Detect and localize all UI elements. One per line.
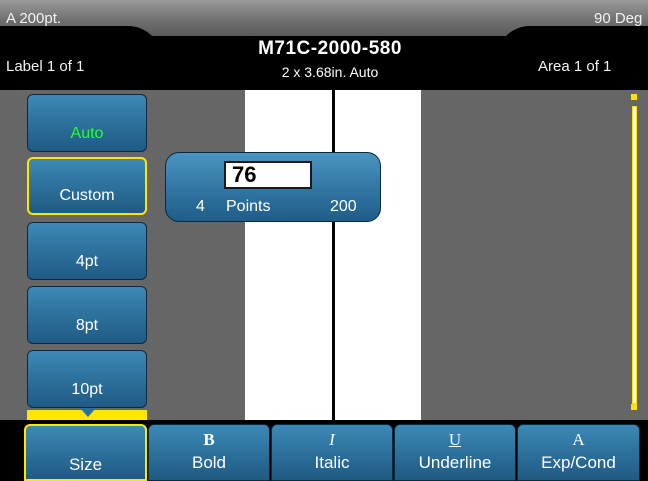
area-counter: Area 1 of 1: [538, 58, 612, 75]
size-option-label: Custom: [59, 187, 115, 204]
size-option-label: 10pt: [71, 381, 103, 398]
size-option-label: 4pt: [75, 253, 99, 270]
expand-condense-icon: A: [572, 430, 585, 449]
label-part-number: M71C-2000-580: [258, 38, 402, 59]
underline-button[interactable]: U Underline: [394, 424, 516, 481]
rotation-status: 90 Deg: [594, 10, 643, 27]
bold-button-label: Bold: [191, 453, 227, 472]
size-option-auto[interactable]: Auto: [27, 94, 147, 152]
size-option-8pt[interactable]: 8pt: [27, 286, 147, 344]
label-counter: Label 1 of 1: [6, 58, 85, 75]
size-option-4pt[interactable]: 4pt: [27, 222, 147, 280]
scrollbar-bottom-cap: [631, 404, 637, 410]
size-option-10pt[interactable]: 10pt: [27, 350, 147, 408]
bold-button[interactable]: B Bold: [148, 424, 270, 481]
size-option-custom[interactable]: Custom: [27, 157, 147, 215]
expand-condense-button[interactable]: A Exp/Cond: [517, 424, 640, 481]
scrollbar-top-cap: [631, 94, 637, 100]
italic-button-label: Italic: [314, 453, 350, 472]
bold-icon: B: [203, 430, 215, 449]
underline-icon: U: [448, 430, 462, 449]
expand-condense-button-label: Exp/Cond: [541, 453, 616, 472]
size-button[interactable]: Size: [24, 424, 147, 481]
text-cursor: [332, 90, 335, 420]
chevron-down-icon: [80, 408, 96, 417]
point-size-unit: Points: [226, 198, 271, 215]
italic-button[interactable]: I Italic: [271, 424, 393, 481]
point-size-max: 200: [330, 198, 357, 215]
point-size-min: 4: [196, 198, 205, 215]
point-size-input[interactable]: 76: [224, 161, 312, 189]
underline-button-label: Underline: [418, 453, 492, 472]
font-size-status: A 200pt.: [6, 10, 62, 27]
size-option-label: Auto: [70, 125, 104, 142]
size-button-label: Size: [68, 455, 103, 474]
italic-icon: I: [329, 430, 335, 449]
label-dimensions: 2 x 3.68in. Auto: [281, 64, 379, 80]
scrollbar[interactable]: [632, 106, 637, 404]
size-option-label: 8pt: [75, 317, 99, 334]
